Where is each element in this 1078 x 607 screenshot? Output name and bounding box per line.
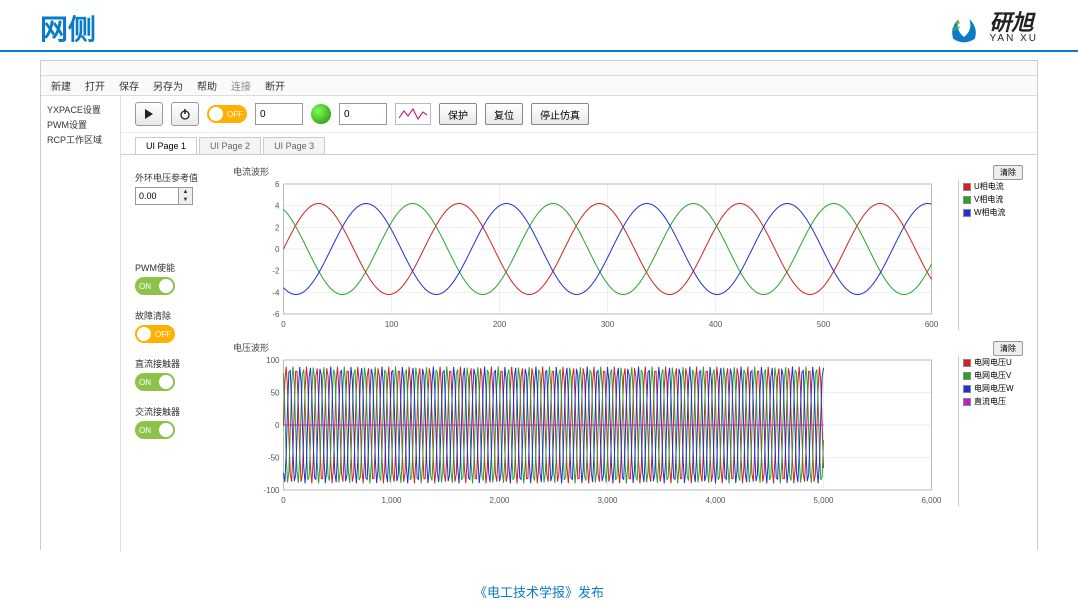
menubar: 新建 打开 保存 另存为 帮助 连接 断开 <box>41 76 1037 96</box>
app-window: 新建 打开 保存 另存为 帮助 连接 断开 YXPACE设置 PWM设置 RCP… <box>40 60 1038 550</box>
tab-page1[interactable]: UI Page 1 <box>135 137 197 154</box>
window-titlebar <box>41 61 1037 76</box>
svg-text:200: 200 <box>493 320 507 329</box>
protect-button[interactable]: 保护 <box>439 103 477 125</box>
ac-contactor-toggle[interactable]: ON <box>135 421 175 439</box>
current-clear-button[interactable]: 清除 <box>993 165 1023 180</box>
svg-text:4: 4 <box>275 202 280 211</box>
legend-item: 电网电压V <box>963 369 1023 382</box>
svg-text:6: 6 <box>275 180 280 189</box>
control-panel: 外环电压参考值 ▲▼ PWM使能 ON 故障清除 OFF <box>135 165 221 542</box>
toolbar-toggle[interactable]: OFF <box>207 105 247 123</box>
toolbar-num2[interactable]: 0 <box>339 103 387 125</box>
ac-contactor-label: 交流接触器 <box>135 405 221 418</box>
toolbar: OFF 0 0 保护 复位 停止仿真 <box>121 96 1037 133</box>
tab-page2[interactable]: UI Page 2 <box>199 137 261 154</box>
brand-en: YAN XU <box>990 34 1039 44</box>
svg-text:6,000: 6,000 <box>921 496 942 505</box>
ref-voltage-input[interactable]: ▲▼ <box>135 187 193 205</box>
tab-page3[interactable]: UI Page 3 <box>263 137 325 154</box>
voltage-clear-button[interactable]: 清除 <box>993 341 1023 356</box>
power-button[interactable] <box>171 102 199 126</box>
svg-text:4,000: 4,000 <box>705 496 726 505</box>
status-led <box>311 104 331 124</box>
dc-contactor-label: 直流接触器 <box>135 357 221 370</box>
menu-disconnect[interactable]: 断开 <box>265 78 285 93</box>
svg-text:3,000: 3,000 <box>597 496 618 505</box>
fault-clear-toggle[interactable]: OFF <box>135 325 175 343</box>
legend-item: 电网电压W <box>963 382 1023 395</box>
footer-text: 《电工技术学报》发布 <box>0 582 1078 601</box>
menu-save[interactable]: 保存 <box>119 78 139 93</box>
svg-text:50: 50 <box>271 389 280 398</box>
tabs: UI Page 1 UI Page 2 UI Page 3 <box>121 133 1037 154</box>
sidebar-item-yxpace[interactable]: YXPACE设置 <box>47 102 114 117</box>
voltage-chart-title: 电压波形 <box>233 341 959 354</box>
legend-item: 电网电压U <box>963 356 1023 369</box>
ref-voltage-field[interactable] <box>136 188 178 204</box>
brand-cn: 研旭 <box>990 12 1039 34</box>
svg-text:0: 0 <box>281 496 286 505</box>
menu-open[interactable]: 打开 <box>85 78 105 93</box>
ref-voltage-label: 外环电压参考值 <box>135 171 221 184</box>
svg-text:1,000: 1,000 <box>381 496 402 505</box>
svg-text:0: 0 <box>281 320 286 329</box>
svg-text:400: 400 <box>709 320 723 329</box>
stop-sim-button[interactable]: 停止仿真 <box>531 103 589 125</box>
legend-item: U相电流 <box>963 180 1023 193</box>
svg-text:2,000: 2,000 <box>489 496 510 505</box>
svg-text:-50: -50 <box>268 454 280 463</box>
spinner-up-icon[interactable]: ▲ <box>179 188 192 196</box>
svg-text:2: 2 <box>275 223 280 232</box>
play-button[interactable] <box>135 102 163 126</box>
svg-text:-6: -6 <box>272 310 280 319</box>
menu-new[interactable]: 新建 <box>51 78 71 93</box>
reset-button[interactable]: 复位 <box>485 103 523 125</box>
svg-text:100: 100 <box>266 356 280 365</box>
svg-text:300: 300 <box>601 320 615 329</box>
dc-contactor-toggle[interactable]: ON <box>135 373 175 391</box>
svg-text:-100: -100 <box>263 486 280 495</box>
menu-help[interactable]: 帮助 <box>197 78 217 93</box>
legend-item: W相电流 <box>963 206 1023 219</box>
svg-text:-2: -2 <box>272 267 280 276</box>
svg-text:-4: -4 <box>272 288 280 297</box>
voltage-chart: 电压波形 0 1,000 2,000 3,000 4,000 5,000 6,000 -100… <box>233 341 1023 511</box>
pwm-enable-label: PWM使能 <box>135 261 221 274</box>
svg-text:100: 100 <box>385 320 399 329</box>
spinner-down-icon[interactable]: ▼ <box>179 196 192 204</box>
current-chart: 电流波形 0 100 200 300 400 500 600 -6 -4 -2 0 2 4 6 清除 U相… <box>233 165 1023 335</box>
current-chart-title: 电流波形 <box>233 165 959 178</box>
svg-text:600: 600 <box>925 320 939 329</box>
svg-text:500: 500 <box>817 320 831 329</box>
sidebar-item-pwm[interactable]: PWM设置 <box>47 117 114 132</box>
menu-saveas[interactable]: 另存为 <box>153 78 183 93</box>
toolbar-num1[interactable]: 0 <box>255 103 303 125</box>
sparkline-icon[interactable] <box>395 103 431 125</box>
sidebar-item-rcp[interactable]: RCP工作区域 <box>47 132 114 147</box>
menu-connect[interactable]: 连接 <box>231 78 251 93</box>
fault-clear-label: 故障清除 <box>135 309 221 322</box>
legend-item: V相电流 <box>963 193 1023 206</box>
legend-item: 直流电压 <box>963 395 1023 408</box>
pwm-enable-toggle[interactable]: ON <box>135 277 175 295</box>
brand-logo: 研旭 YAN XU <box>946 10 1039 46</box>
svg-text:0: 0 <box>275 421 280 430</box>
svg-text:0: 0 <box>275 245 280 254</box>
logo-icon <box>946 10 982 46</box>
page-title: 网侧 <box>40 8 96 48</box>
svg-text:5,000: 5,000 <box>813 496 834 505</box>
sidebar: YXPACE设置 PWM设置 RCP工作区域 <box>41 96 121 552</box>
